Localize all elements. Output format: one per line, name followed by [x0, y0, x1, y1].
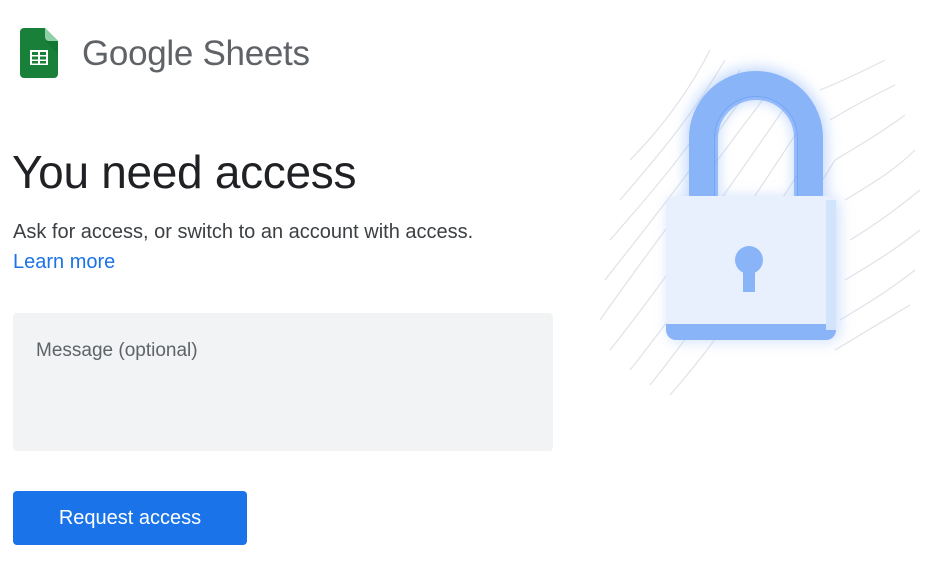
- sheets-logo-icon: [20, 28, 58, 78]
- padlock-shackle: [689, 71, 823, 200]
- message-input[interactable]: [13, 313, 553, 451]
- learn-more-link[interactable]: Learn more: [13, 250, 115, 274]
- app-name: Google Sheets: [82, 33, 310, 73]
- brand-header: Google Sheets: [20, 27, 310, 79]
- page-title: You need access: [12, 146, 357, 198]
- padlock-icon: [590, 30, 930, 400]
- request-access-button[interactable]: Request access: [13, 491, 247, 545]
- access-description: Ask for access, or switch to an account …: [13, 221, 474, 243]
- access-request-page: Google Sheets You need access Ask for ac…: [0, 0, 952, 564]
